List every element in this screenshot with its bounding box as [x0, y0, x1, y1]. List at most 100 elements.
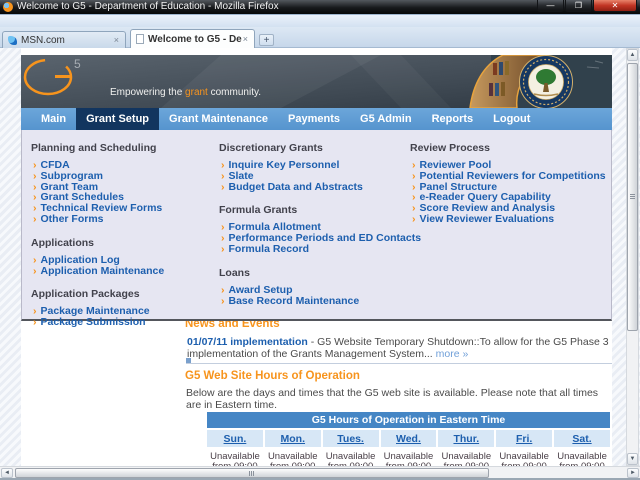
menu-link[interactable]: Other Forms [41, 213, 104, 225]
scroll-down-icon[interactable]: ▼ [627, 453, 638, 465]
tab-msn[interactable]: MSN.com × [2, 31, 126, 48]
chevron-bullet-icon: › [412, 213, 416, 225]
chevron-bullet-icon: › [221, 243, 225, 255]
availability-cell: Unavailable from 09:00 [438, 449, 494, 466]
menu-column-1: Planning and Scheduling ›CFDA ›Subprogra… [31, 130, 217, 328]
day-link[interactable]: Sun. [224, 433, 247, 445]
news-more-link[interactable]: more » [436, 348, 469, 360]
scroll-up-icon[interactable]: ▲ [627, 49, 638, 61]
availability-cell: Unavailable from 09:00 [265, 449, 321, 466]
nav-main[interactable]: Main [31, 108, 76, 130]
page-viewport: 5 Empowering the grant community. Main G… [0, 48, 640, 466]
availability-cell: Unavailable from 09:00 [381, 449, 437, 466]
nav-reports[interactable]: Reports [422, 108, 484, 130]
tab-label: Welcome to G5 - Departm... [148, 34, 242, 45]
availability-cell: Unavailable from 09:00 [207, 449, 263, 466]
tab-close-icon[interactable]: × [242, 34, 249, 44]
day-link[interactable]: Mon. [281, 433, 306, 445]
tab-close-icon[interactable]: × [113, 35, 120, 45]
menu-link-row: › Base Record Maintenance [221, 296, 407, 307]
menu-section-title: Review Process [410, 142, 606, 154]
nav-g5-admin[interactable]: G5 Admin [350, 108, 422, 130]
day-link[interactable]: Thur. [453, 433, 479, 445]
day-header: Sat. [554, 430, 610, 447]
menu-link[interactable]: Formula Record [229, 243, 310, 255]
thumb-grip-icon [630, 194, 635, 200]
scroll-left-icon[interactable]: ◄ [1, 468, 13, 478]
availability-cell: Unavailable from 09:00 [496, 449, 552, 466]
g5-logo-number: 5 [74, 57, 81, 71]
window-controls: — ❐ ✕ [536, 0, 637, 12]
menu-link[interactable]: Application Maintenance [41, 265, 165, 277]
day-header: Wed. [381, 430, 437, 447]
chevron-bullet-icon: › [33, 213, 37, 225]
vertical-scrollbar[interactable]: ▲ ▼ [626, 48, 639, 466]
hours-table: G5 Hours of Operation in Eastern Time Su… [205, 410, 612, 466]
menu-section-title: Discretionary Grants [219, 142, 407, 154]
day-header: Thur. [438, 430, 494, 447]
day-link[interactable]: Tues. [337, 433, 364, 445]
banner-tagline: Empowering the grant community. [110, 87, 261, 98]
day-header: Tues. [323, 430, 379, 447]
menu-section-title: Formula Grants [219, 204, 407, 216]
menu-link[interactable]: Budget Data and Abstracts [229, 181, 363, 193]
tab-g5-active[interactable]: Welcome to G5 - Departm... × [130, 29, 255, 48]
hours-intro-text: Below are the days and times that the G5… [186, 387, 612, 411]
availability-cell: Unavailable from 09:00 [554, 449, 610, 466]
day-link[interactable]: Wed. [396, 433, 421, 445]
horizontal-scrollbar-thumb[interactable] [15, 468, 489, 478]
tagline-post: community. [208, 87, 261, 98]
hours-table-caption: G5 Hours of Operation in Eastern Time [207, 412, 610, 428]
menu-link-row: › View Reviewer Evaluations [412, 214, 606, 225]
chevron-bullet-icon: › [33, 254, 37, 266]
chevron-bullet-icon: › [33, 265, 37, 277]
day-link[interactable]: Fri. [516, 433, 532, 445]
tagline-pre: Empowering the [110, 87, 185, 98]
title-bar: Welcome to G5 - Department of Education … [0, 0, 640, 14]
minimize-button[interactable]: — [537, 0, 564, 12]
menu-section-title: Planning and Scheduling [31, 142, 217, 154]
chevron-bullet-icon: › [221, 295, 225, 307]
menu-column-2: Discretionary Grants ›Inquire Key Person… [219, 130, 407, 306]
menu-section-title: Applications [31, 237, 217, 249]
grant-setup-dropdown: Planning and Scheduling ›CFDA ›Subprogra… [21, 130, 612, 321]
scroll-right-icon[interactable]: ► [627, 468, 639, 478]
site-banner: 5 Empowering the grant community. [21, 55, 612, 108]
close-button[interactable]: ✕ [593, 0, 637, 12]
chevron-bullet-icon: › [221, 170, 225, 182]
nav-payments[interactable]: Payments [278, 108, 350, 130]
day-link[interactable]: Sat. [572, 433, 591, 445]
window-title: Welcome to G5 - Department of Education … [17, 0, 279, 14]
chevron-bullet-icon: › [33, 170, 37, 182]
browser-window: Welcome to G5 - Department of Education … [0, 0, 640, 480]
tab-label: MSN.com [21, 35, 65, 46]
chevron-bullet-icon: › [412, 170, 416, 182]
page-favicon-icon [136, 34, 144, 44]
menu-link[interactable]: Package Submission [41, 316, 146, 328]
vertical-scrollbar-thumb[interactable] [627, 63, 638, 331]
news-item: 01/07/11 implementation - G5 Website Tem… [187, 336, 612, 360]
menu-column-3: Review Process ›Reviewer Pool ›Potential… [410, 130, 606, 225]
menu-link-row: › Application Maintenance [33, 266, 217, 277]
day-header: Mon. [265, 430, 321, 447]
nav-logout[interactable]: Logout [483, 108, 540, 130]
nav-grant-maintenance[interactable]: Grant Maintenance [159, 108, 278, 130]
news-date-link[interactable]: 01/07/11 implementation [187, 336, 308, 348]
menu-link-row: › Other Forms [33, 214, 217, 225]
news-separator: - [308, 336, 317, 348]
menu-link-row: › Package Submission [33, 317, 217, 328]
new-tab-button[interactable]: + [259, 34, 274, 46]
chevron-bullet-icon: › [221, 181, 225, 193]
toolbar-strip [0, 14, 640, 27]
menu-link[interactable]: Base Record Maintenance [229, 295, 360, 307]
horizontal-scrollbar[interactable]: ◄ ► [0, 466, 640, 478]
availability-cell: Unavailable from 09:00 [323, 449, 379, 466]
msn-favicon-icon [8, 36, 17, 45]
nav-grant-setup[interactable]: Grant Setup [76, 108, 159, 130]
menu-link[interactable]: View Reviewer Evaluations [420, 213, 555, 225]
day-header: Fri. [496, 430, 552, 447]
menu-section-title: Loans [219, 267, 407, 279]
restore-button[interactable]: ❐ [565, 0, 592, 12]
chevron-bullet-icon: › [33, 316, 37, 328]
ed-seal-icon [520, 56, 573, 109]
